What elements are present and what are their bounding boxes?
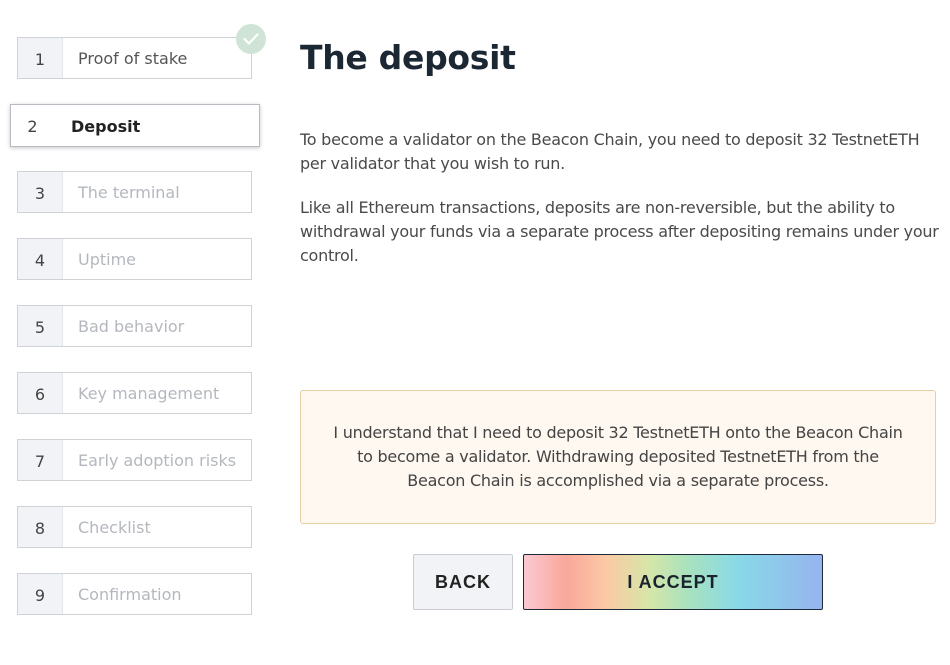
acknowledgement-text: I understand that I need to deposit 32 T… — [333, 423, 903, 490]
back-button[interactable]: BACK — [413, 554, 513, 610]
step-number: 1 — [18, 38, 63, 78]
step-early-adoption-risks[interactable]: 7 Early adoption risks — [17, 439, 252, 481]
step-label: Confirmation — [78, 585, 182, 604]
step-number: 6 — [18, 373, 63, 413]
step-number: 8 — [18, 507, 63, 547]
accept-button[interactable]: I ACCEPT — [523, 554, 823, 610]
step-label: The terminal — [78, 183, 180, 202]
step-number: 5 — [18, 306, 63, 346]
step-number: 3 — [18, 172, 63, 212]
step-deposit[interactable]: 2 Deposit — [10, 104, 260, 147]
intro-paragraph: To become a validator on the Beacon Chai… — [300, 130, 920, 173]
step-number: 2 — [11, 105, 54, 146]
step-label: Deposit — [71, 116, 141, 136]
step-label: Key management — [78, 384, 220, 403]
check-circle-icon — [236, 24, 266, 54]
step-the-terminal[interactable]: 3 The terminal — [17, 171, 252, 213]
reversibility-paragraph: Like all Ethereum transactions, deposits… — [300, 198, 939, 265]
step-checklist[interactable]: 8 Checklist — [17, 506, 252, 548]
step-proof-of-stake[interactable]: 1 Proof of stake — [17, 37, 252, 79]
step-key-management[interactable]: 6 Key management — [17, 372, 252, 414]
step-label: Bad behavior — [78, 317, 185, 336]
step-number: 9 — [18, 574, 63, 614]
step-confirmation[interactable]: 9 Confirmation — [17, 573, 252, 615]
step-uptime[interactable]: 4 Uptime — [17, 238, 252, 280]
acknowledgement-notice: I understand that I need to deposit 32 T… — [300, 390, 936, 524]
step-bad-behavior[interactable]: 5 Bad behavior — [17, 305, 252, 347]
step-label: Proof of stake — [78, 49, 188, 68]
step-label: Early adoption risks — [78, 451, 237, 470]
step-number: 4 — [18, 239, 63, 279]
step-label: Uptime — [78, 250, 137, 269]
step-number: 7 — [18, 440, 63, 480]
page-title: The deposit — [300, 38, 516, 77]
step-label: Checklist — [78, 518, 151, 537]
